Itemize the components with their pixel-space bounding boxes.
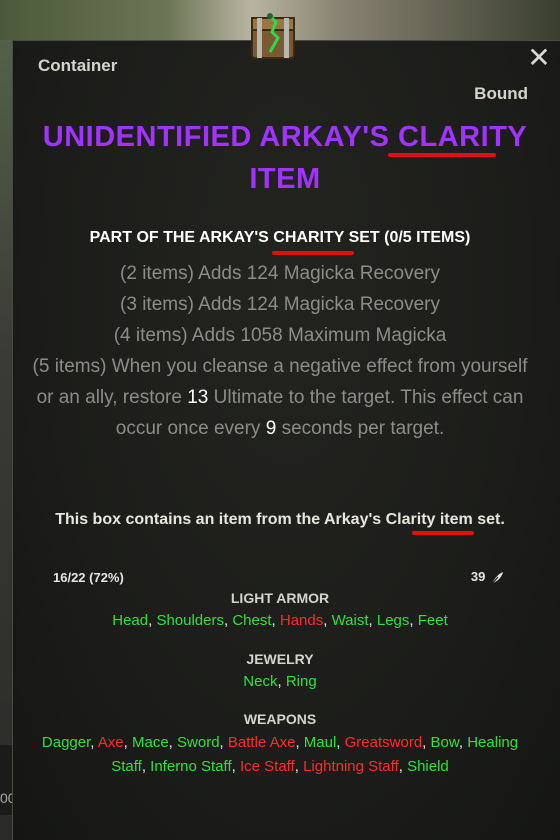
item-title-line1: UNIDENTIFIED ARKAY'S CLARITY [42,121,528,153]
set-slot-hands: Hands [279,612,324,629]
annotation-underline-title [388,153,496,157]
set-bonus-5-seconds: 9 [265,418,277,439]
set-slot-feet: Feet [417,612,448,629]
slot-separator: , [368,612,377,629]
section-heading-jewelry: JEWELRY [246,651,314,667]
set-header: PART OF THE ARKAY'S CHARITY SET (0/5 ITE… [89,229,471,246]
set-slot-waist: Waist [331,612,369,629]
set-slot-shield: Shield [407,758,449,775]
item-title-line2: ITEM [249,163,321,195]
set-bonus-5: (5 items) When you cleanse a negative ef… [30,351,530,444]
collection-progress: 16/22 (72%) [53,570,124,585]
set-bonus-4: (4 items) Adds 1058 Maximum Magicka [113,325,447,346]
close-icon[interactable]: ✕ [527,44,551,72]
slot-separator: , [141,758,151,775]
set-slot-battle-axe: Battle Axe [227,734,296,751]
set-slot-sword: Sword [177,734,220,751]
set-slot-maul: Maul [303,734,337,751]
slot-list-weapons: Dagger, Axe, Mace, Sword, Battle Axe, Ma… [30,731,530,779]
slot-separator: , [123,734,132,751]
set-bonus-3: (3 items) Adds 124 Magicka Recovery [120,294,440,315]
slot-separator: , [422,734,431,751]
slot-separator: , [231,758,240,775]
feather-icon [490,571,503,585]
container-chest-icon [251,13,295,59]
slot-separator: , [336,734,345,751]
slot-separator: , [219,734,228,751]
slot-separator: , [323,612,332,629]
slot-separator: , [90,734,98,751]
count-value: 39 [470,569,486,584]
set-slot-inferno-staff: Inferno Staff [150,758,232,775]
annotation-underline-set-header [272,251,354,255]
set-slot-dagger: Dagger [41,734,91,751]
item-description: This box contains an item from the Arkay… [55,511,505,528]
set-slot-greatsword: Greatsword [344,734,423,751]
set-bonus-5-ultimate: 13 [187,387,209,408]
item-title: UNIDENTIFIED ARKAY'S CLARITY ITEM [40,116,530,200]
binding-status: Bound [474,84,528,103]
set-slot-legs: Legs [376,612,410,629]
set-item-count: 39 [471,569,505,586]
slot-separator: , [277,673,286,690]
set-bonus-2: (2 items) Adds 124 Magicka Recovery [120,263,440,284]
slot-separator: , [295,734,304,751]
slot-list-light-armor: Head, Shoulders, Chest, Hands, Waist, Le… [0,609,560,633]
set-slot-ice-staff: Ice Staff [239,758,295,775]
slot-separator: , [168,734,178,751]
slot-separator: , [271,612,280,629]
slot-list-jewelry: Neck, Ring [0,670,560,694]
annotation-underline-description [412,531,474,535]
section-heading-light-armor: LIGHT ARMOR [230,590,330,606]
set-slot-head: Head [112,612,149,629]
item-category: Container [38,56,118,75]
set-slot-ring: Ring [285,673,317,690]
set-bonus-5-text-c: seconds per target. [276,418,445,439]
section-heading-weapons: WEAPONS [243,711,317,727]
slot-separator: , [294,758,304,775]
slot-separator: , [458,734,468,751]
set-slot-bow: Bow [430,734,459,751]
set-slot-mace: Mace [131,734,169,751]
set-slot-axe: Axe [97,734,124,751]
set-slot-lightning-staff: Lightning Staff [303,758,399,775]
slot-separator: , [409,612,418,629]
set-slot-neck: Neck [243,673,278,690]
slot-separator: , [398,758,408,775]
set-slot-chest: Chest [232,612,272,629]
set-slot-shoulders: Shoulders [156,612,224,629]
set-bonuses: (2 items) Adds 124 Magicka Recovery (3 i… [30,258,530,444]
